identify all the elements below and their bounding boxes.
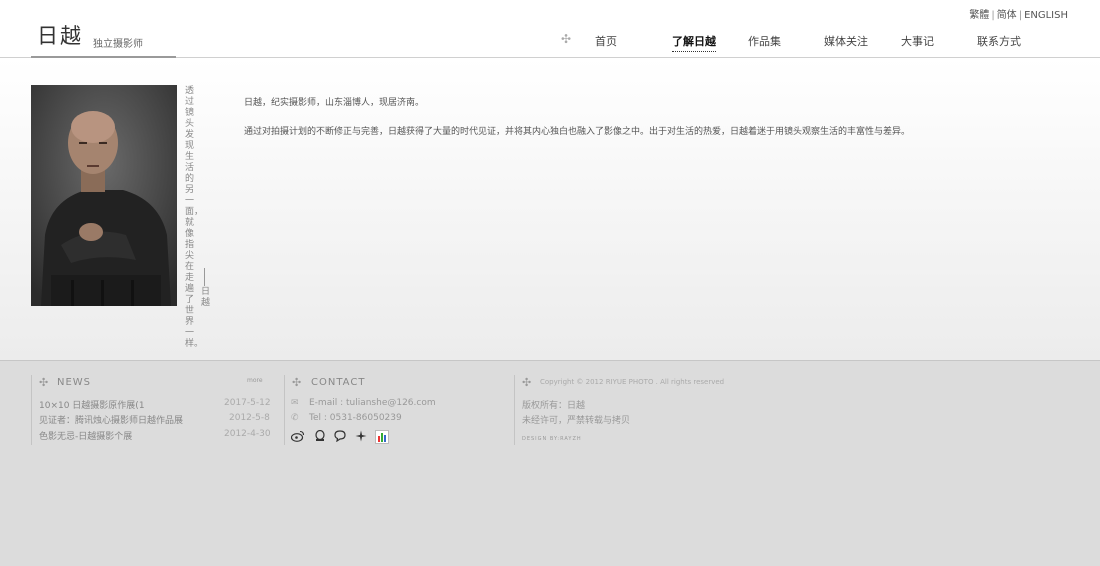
news-item-date: 2012-4-30 <box>224 429 271 439</box>
nav-contact[interactable]: 联系方式 <box>977 33 1021 49</box>
rights-owner: 版权所有：日越 <box>522 401 586 411</box>
phone-icon: ✆ <box>291 413 299 423</box>
portrait-illustration <box>31 85 177 306</box>
news-item-title[interactable]: 色影无忌-日越摄影个展 <box>39 429 132 442</box>
copyright-star-icon: ✣ <box>522 376 532 389</box>
weibo-icon[interactable] <box>290 430 305 445</box>
site-logo[interactable]: 日越 <box>37 20 83 50</box>
contact-phone: Tel : 0531-86050239 <box>309 413 402 423</box>
copy-notice: 未经许可，严禁转载与拷贝 <box>522 416 631 426</box>
contact-heading: CONTACT <box>311 377 366 388</box>
nav-media[interactable]: 媒体关注 <box>824 33 868 49</box>
news-item-title[interactable]: 10×10 日越摄影原作展(1 <box>39 398 145 411</box>
stats-icon[interactable] <box>375 430 389 447</box>
intro-line-2: 通过对拍摄计划的不断修正与完善，日越获得了大量的时代见证，并将其内心独白也融入了… <box>244 127 911 137</box>
site-tagline: 独立摄影师 <box>93 39 143 50</box>
lang-simplified-link[interactable]: 简体 <box>997 10 1017 21</box>
contact-email[interactable]: E-mail : tulianshe@126.com <box>309 398 436 408</box>
column-divider <box>514 375 515 445</box>
contact-star-icon: ✣ <box>292 376 302 389</box>
intro-line-1: 日越，纪实摄影师，山东淄博人，现居济南。 <box>244 98 425 108</box>
portrait-photo <box>31 85 177 306</box>
news-item-date: 2017-5-12 <box>224 398 271 408</box>
column-divider <box>284 375 285 445</box>
language-switcher: 繁體 | 简体 | ENGLISH <box>969 6 1068 21</box>
vertical-signature: 日越 <box>201 287 211 308</box>
design-credit: DESIGN BY:RAYZH <box>522 436 582 442</box>
nav-events[interactable]: 大事记 <box>901 33 934 49</box>
star-icon[interactable] <box>355 430 367 445</box>
news-heading: NEWS <box>57 377 92 388</box>
qq-icon[interactable] <box>314 429 326 445</box>
news-more-link[interactable]: more <box>247 377 263 384</box>
news-item-title[interactable]: 见证者：腾讯烛心摄影师日越作品展 <box>39 413 183 426</box>
copyright-text: Copyright © 2012 RIYUE PHOTO . All right… <box>540 378 725 386</box>
site-footer <box>0 360 1100 566</box>
lang-separator: | <box>991 10 995 21</box>
site-header <box>0 0 1100 58</box>
email-icon: ✉ <box>291 398 299 408</box>
lang-english-link[interactable]: ENGLISH <box>1024 10 1068 21</box>
column-divider <box>31 375 32 445</box>
vertical-divider <box>204 268 205 286</box>
news-star-icon: ✣ <box>39 376 49 389</box>
wechat-icon[interactable] <box>333 430 347 445</box>
lang-traditional-link[interactable]: 繁體 <box>969 10 989 21</box>
nav-home[interactable]: 首页 <box>595 33 617 49</box>
nav-star-icon: ✣ <box>561 32 572 46</box>
news-item-date: 2012-5-8 <box>229 413 270 423</box>
nav-about[interactable]: 了解日越 <box>672 33 716 52</box>
lang-separator: | <box>1018 10 1023 21</box>
vertical-quote: 透过镜头发现生活的另一面，就像指尖在走遍了世界一样。 <box>185 86 204 349</box>
nav-portfolio[interactable]: 作品集 <box>748 33 781 49</box>
